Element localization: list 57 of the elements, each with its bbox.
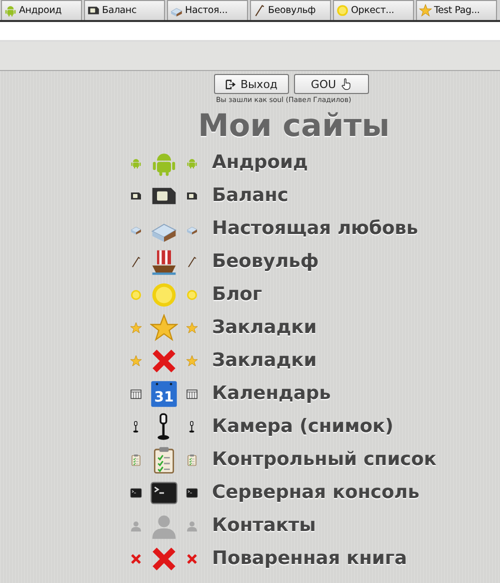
site-link[interactable]: Закладки — [212, 350, 317, 371]
star-icon — [130, 322, 142, 334]
page-title: Мои сайты — [198, 108, 391, 144]
cross-icon — [150, 544, 178, 572]
stick-icon — [253, 4, 266, 17]
browser-tab[interactable]: Настоя... — [167, 0, 248, 20]
star-icon — [150, 314, 178, 342]
site-link[interactable]: Серверная консоль — [212, 482, 420, 503]
terminal-icon — [186, 486, 198, 498]
site-link[interactable]: Блог — [212, 284, 262, 305]
android-robot-icon — [186, 156, 198, 168]
star-icon — [130, 354, 142, 366]
stick-icon — [130, 256, 142, 268]
calendar-icon — [130, 388, 142, 400]
calendar-icon: 31 — [150, 380, 178, 408]
person-icon — [186, 520, 198, 532]
browser-tab[interactable]: Беовульф — [250, 0, 331, 20]
clipboard-icon — [186, 454, 198, 466]
site-link[interactable]: Настоящая любовь — [212, 218, 418, 239]
lemon-icon — [336, 4, 349, 17]
star-icon — [186, 322, 198, 334]
site-link[interactable]: Контакты — [212, 515, 316, 536]
cross-icon — [130, 552, 142, 564]
calendar-icon — [186, 388, 198, 400]
star-icon — [186, 354, 198, 366]
sim-card-icon — [186, 190, 198, 202]
stick-icon — [186, 256, 198, 268]
sim-card-icon — [87, 4, 100, 17]
clipboard-icon — [130, 454, 142, 466]
exit-icon — [225, 78, 236, 90]
site-link[interactable]: Закладки — [212, 317, 317, 338]
site-link[interactable]: Беовульф — [212, 251, 319, 272]
site-link[interactable]: Баланс — [212, 185, 288, 206]
page-button[interactable]: GOU — [294, 74, 369, 94]
sim-card-icon — [130, 190, 142, 202]
site-link[interactable]: Андроид — [212, 152, 308, 173]
site-link[interactable]: Камера (снимок) — [212, 416, 394, 437]
page-button[interactable]: Выход — [214, 74, 289, 94]
android-robot-icon — [130, 156, 142, 168]
lemon-icon — [150, 280, 178, 308]
hand-icon — [340, 78, 352, 90]
site-link[interactable]: Поваренная книга — [212, 548, 407, 569]
terminal-icon — [130, 486, 142, 498]
browser-tab[interactable]: Баланс — [84, 0, 165, 20]
browser-tab[interactable]: Андроид — [1, 0, 82, 20]
site-link[interactable]: Календарь — [212, 383, 331, 404]
cross-icon — [150, 346, 178, 374]
browser-tab[interactable]: Test Pag... — [416, 0, 497, 20]
ship-icon — [150, 248, 178, 276]
star-icon — [419, 4, 432, 17]
person-icon — [130, 520, 142, 532]
cross-icon — [186, 552, 198, 564]
site-link[interactable]: Контрольный список — [212, 449, 436, 470]
lemon-icon — [186, 288, 198, 300]
browser-tab[interactable]: Оркест... — [333, 0, 414, 20]
android-robot-icon — [4, 4, 17, 17]
lemon-icon — [130, 288, 142, 300]
